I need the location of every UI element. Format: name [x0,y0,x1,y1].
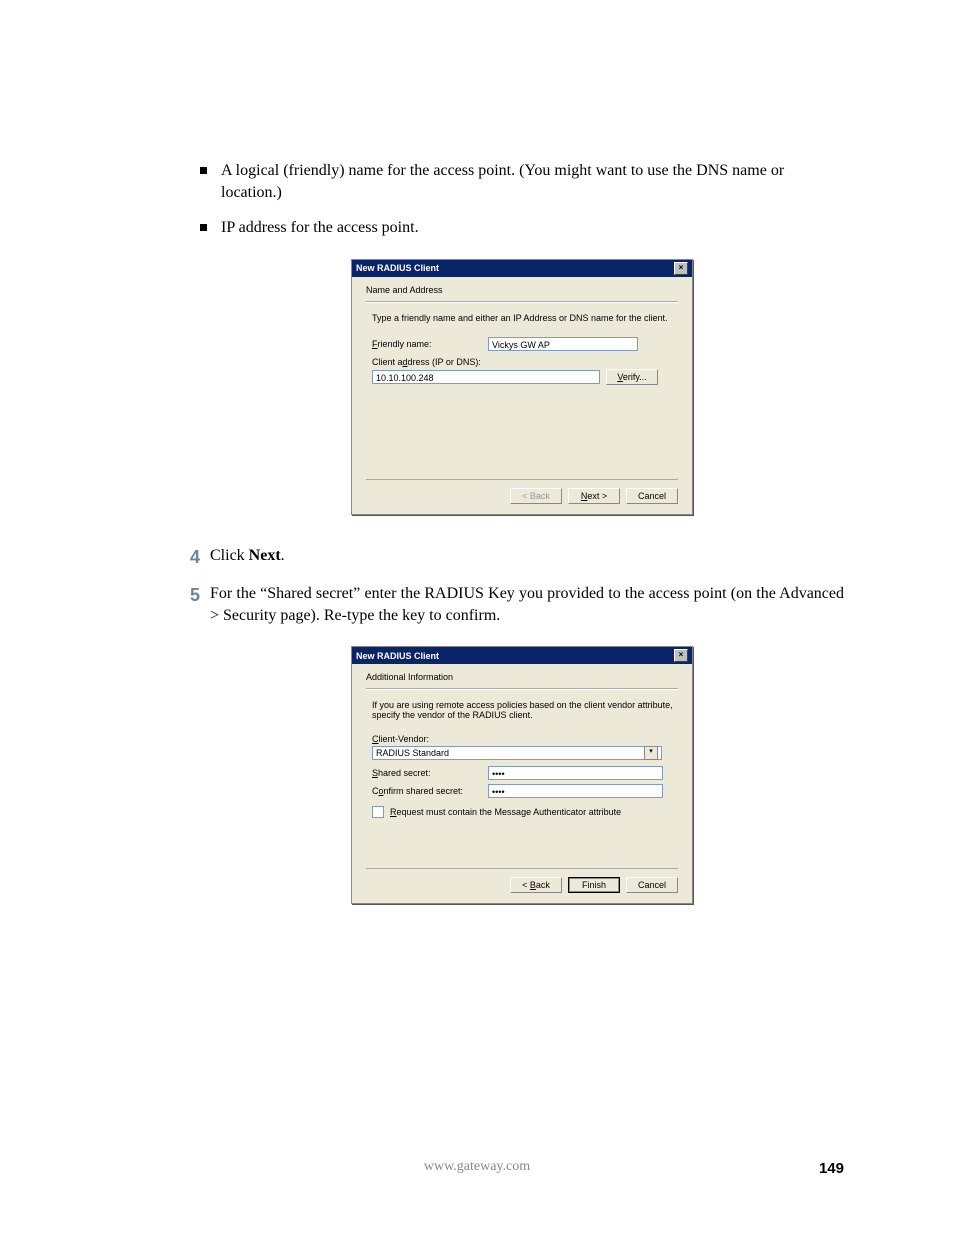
bullet-item-2: IP address for the access point. [200,217,844,239]
dialog-new-radius-client-2: New RADIUS Client × Additional Informati… [351,646,693,904]
step-5: 5 For the “Shared secret” enter the RADI… [200,583,844,626]
confirm-secret-input[interactable]: •••• [488,784,663,798]
client-address-label: Client address (IP or DNS): [372,357,678,367]
bullet-icon [200,167,207,174]
back-button: < Back [510,488,562,504]
dialog-titlebar: New RADIUS Client × [352,260,692,277]
close-icon[interactable]: × [674,262,688,275]
dialog-description: Type a friendly name and either an IP Ad… [372,313,678,323]
step-number: 4 [182,545,200,569]
dialog-description: If you are using remote access policies … [372,700,678,720]
step-number: 5 [182,583,200,607]
footer-url: www.gateway.com [0,1159,954,1175]
step-text: Click Next. [210,545,844,567]
dialog-subtitle: Additional Information [366,672,678,682]
dialog-new-radius-client-1: New RADIUS Client × Name and Address Typ… [351,259,693,515]
client-vendor-select[interactable]: RADIUS Standard ▾ [372,746,662,760]
dialog-title: New RADIUS Client [356,263,439,273]
step-text: For the “Shared secret” enter the RADIUS… [210,583,844,626]
finish-button[interactable]: Finish [568,877,620,893]
dialog-subtitle: Name and Address [366,285,678,295]
bullet-icon [200,224,207,231]
close-icon[interactable]: × [674,649,688,662]
verify-button[interactable]: Verify... [606,369,658,385]
next-button[interactable]: Next > [568,488,620,504]
back-button[interactable]: < Back [510,877,562,893]
dialog-title: New RADIUS Client [356,651,439,661]
client-address-input[interactable]: 10.10.100.248 [372,370,600,384]
client-vendor-label: Client-Vendor: [372,734,678,744]
authenticator-checkbox[interactable] [372,806,384,818]
step-4: 4 Click Next. [200,545,844,569]
page-number: 149 [819,1160,844,1177]
authenticator-checkbox-label: Request must contain the Message Authent… [390,807,621,817]
cancel-button[interactable]: Cancel [626,877,678,893]
dialog-titlebar: New RADIUS Client × [352,647,692,664]
cancel-button[interactable]: Cancel [626,488,678,504]
chevron-down-icon: ▾ [644,746,658,760]
confirm-secret-label: Confirm shared secret: [372,786,482,796]
bullet-item-1: A logical (friendly) name for the access… [200,160,844,203]
shared-secret-label: Shared secret: [372,768,482,778]
bullet-text: IP address for the access point. [221,217,419,239]
friendly-name-label: Friendly name: [372,339,482,349]
friendly-name-input[interactable]: Vickys GW AP [488,337,638,351]
shared-secret-input[interactable]: •••• [488,766,663,780]
bullet-text: A logical (friendly) name for the access… [221,160,844,203]
